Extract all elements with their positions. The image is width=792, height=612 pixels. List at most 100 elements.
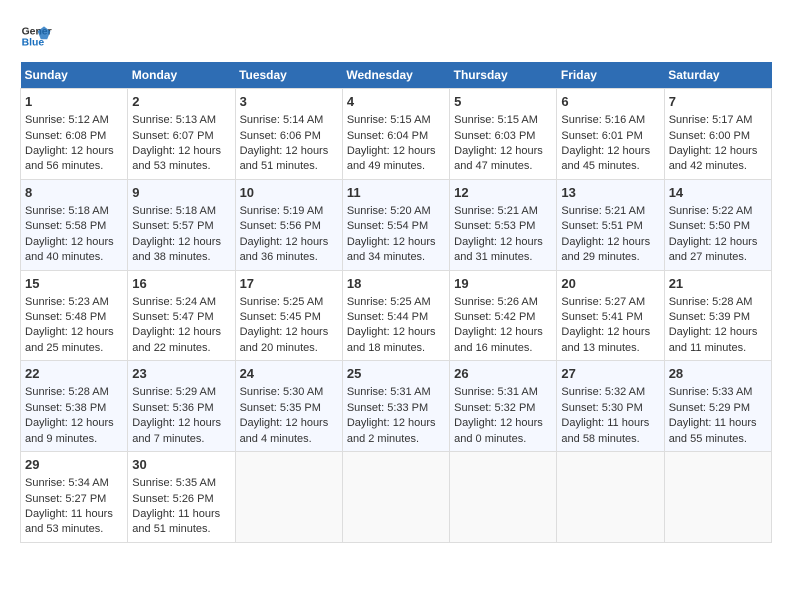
day-info: Sunrise: 5:15 AM Sunset: 6:03 PM Dayligh…: [454, 113, 552, 175]
day-info: Sunrise: 5:12 AM Sunset: 6:08 PM Dayligh…: [25, 113, 123, 175]
calendar-cell-day-4: 4 Sunrise: 5:15 AM Sunset: 6:04 PM Daylig…: [342, 89, 449, 180]
day-number: 30: [132, 456, 230, 474]
calendar-cell-day-15: 15 Sunrise: 5:23 AM Sunset: 5:48 PM Dayli…: [21, 270, 128, 361]
calendar-cell-day-20: 20 Sunrise: 5:27 AM Sunset: 5:41 PM Dayli…: [557, 270, 664, 361]
calendar-row-4: 22Sunrise: 5:28 AM Sunset: 5:38 PM Dayli…: [21, 361, 772, 452]
day-number: 10: [240, 184, 338, 202]
day-info: Sunrise: 5:32 AM Sunset: 5:30 PM Dayligh…: [561, 385, 659, 447]
day-info: Sunrise: 5:29 AM Sunset: 5:36 PM Dayligh…: [132, 385, 230, 447]
day-info: Sunrise: 5:17 AM Sunset: 6:00 PM Dayligh…: [669, 113, 767, 175]
day-number: 12: [454, 184, 552, 202]
day-number: 28: [669, 365, 767, 383]
weekday-header-tuesday: Tuesday: [235, 62, 342, 89]
calendar-cell-day-12: 12 Sunrise: 5:21 AM Sunset: 5:53 PM Dayli…: [450, 179, 557, 270]
calendar-cell-day-27: 27 Sunrise: 5:32 AM Sunset: 5:30 PM Dayli…: [557, 361, 664, 452]
logo-icon: General Blue: [20, 20, 52, 52]
day-number: 11: [347, 184, 445, 202]
day-number: 1: [25, 93, 123, 111]
calendar-row-1: 1 Sunrise: 5:12 AM Sunset: 6:08 PM Daylig…: [21, 89, 772, 180]
day-number: 5: [454, 93, 552, 111]
day-info: Sunrise: 5:16 AM Sunset: 6:01 PM Dayligh…: [561, 113, 659, 175]
day-number: 9: [132, 184, 230, 202]
empty-cell: [664, 452, 771, 543]
day-info: Sunrise: 5:14 AM Sunset: 6:06 PM Dayligh…: [240, 113, 338, 175]
calendar-cell-day-1: 1 Sunrise: 5:12 AM Sunset: 6:08 PM Daylig…: [21, 89, 128, 180]
calendar-row-3: 15 Sunrise: 5:23 AM Sunset: 5:48 PM Dayli…: [21, 270, 772, 361]
day-info: Sunrise: 5:35 AM Sunset: 5:26 PM Dayligh…: [132, 476, 230, 538]
day-number: 7: [669, 93, 767, 111]
day-info: Sunrise: 5:13 AM Sunset: 6:07 PM Dayligh…: [132, 113, 230, 175]
calendar-cell-day-9: 9 Sunrise: 5:18 AM Sunset: 5:57 PM Daylig…: [128, 179, 235, 270]
calendar-table: SundayMondayTuesdayWednesdayThursdayFrid…: [20, 62, 772, 543]
calendar-cell-day-21: 21 Sunrise: 5:28 AM Sunset: 5:39 PM Dayli…: [664, 270, 771, 361]
day-number: 29: [25, 456, 123, 474]
calendar-cell-day-14: 14 Sunrise: 5:22 AM Sunset: 5:50 PM Dayli…: [664, 179, 771, 270]
calendar-cell-day-17: 17 Sunrise: 5:25 AM Sunset: 5:45 PM Dayli…: [235, 270, 342, 361]
empty-cell: [342, 452, 449, 543]
day-number: 27: [561, 365, 659, 383]
weekday-header-monday: Monday: [128, 62, 235, 89]
day-info: Sunrise: 5:24 AM Sunset: 5:47 PM Dayligh…: [132, 295, 230, 357]
day-number: 17: [240, 275, 338, 293]
day-number: 15: [25, 275, 123, 293]
day-number: 19: [454, 275, 552, 293]
day-info: Sunrise: 5:18 AM Sunset: 5:57 PM Dayligh…: [132, 204, 230, 266]
calendar-cell-day-5: 5 Sunrise: 5:15 AM Sunset: 6:03 PM Daylig…: [450, 89, 557, 180]
day-info: Sunrise: 5:28 AM Sunset: 5:39 PM Dayligh…: [669, 295, 767, 357]
day-number: 4: [347, 93, 445, 111]
day-info: Sunrise: 5:25 AM Sunset: 5:44 PM Dayligh…: [347, 295, 445, 357]
day-info: Sunrise: 5:25 AM Sunset: 5:45 PM Dayligh…: [240, 295, 338, 357]
day-number: 24: [240, 365, 338, 383]
day-number: 13: [561, 184, 659, 202]
calendar-cell-day-23: 23 Sunrise: 5:29 AM Sunset: 5:36 PM Dayli…: [128, 361, 235, 452]
day-info: Sunrise: 5:33 AM Sunset: 5:29 PM Dayligh…: [669, 385, 767, 447]
day-info: Sunrise: 5:22 AM Sunset: 5:50 PM Dayligh…: [669, 204, 767, 266]
day-info: Sunrise: 5:15 AM Sunset: 6:04 PM Dayligh…: [347, 113, 445, 175]
calendar-cell-day-29: 29Sunrise: 5:34 AM Sunset: 5:27 PM Dayli…: [21, 452, 128, 543]
empty-cell: [450, 452, 557, 543]
day-info: Sunrise: 5:27 AM Sunset: 5:41 PM Dayligh…: [561, 295, 659, 357]
day-info: Sunrise: 5:18 AM Sunset: 5:58 PM Dayligh…: [25, 204, 123, 266]
calendar-cell-day-3: 3Sunrise: 5:14 AM Sunset: 6:06 PM Daylig…: [235, 89, 342, 180]
calendar-cell-day-16: 16 Sunrise: 5:24 AM Sunset: 5:47 PM Dayli…: [128, 270, 235, 361]
day-number: 23: [132, 365, 230, 383]
day-number: 21: [669, 275, 767, 293]
calendar-cell-day-19: 19 Sunrise: 5:26 AM Sunset: 5:42 PM Dayli…: [450, 270, 557, 361]
day-info: Sunrise: 5:20 AM Sunset: 5:54 PM Dayligh…: [347, 204, 445, 266]
calendar-cell-day-24: 24 Sunrise: 5:30 AM Sunset: 5:35 PM Dayli…: [235, 361, 342, 452]
calendar-cell-day-7: 7 Sunrise: 5:17 AM Sunset: 6:00 PM Daylig…: [664, 89, 771, 180]
day-info: Sunrise: 5:23 AM Sunset: 5:48 PM Dayligh…: [25, 295, 123, 357]
calendar-cell-day-25: 25 Sunrise: 5:31 AM Sunset: 5:33 PM Dayli…: [342, 361, 449, 452]
weekday-header-wednesday: Wednesday: [342, 62, 449, 89]
calendar-row-2: 8 Sunrise: 5:18 AM Sunset: 5:58 PM Daylig…: [21, 179, 772, 270]
calendar-cell-day-10: 10Sunrise: 5:19 AM Sunset: 5:56 PM Dayli…: [235, 179, 342, 270]
day-info: Sunrise: 5:26 AM Sunset: 5:42 PM Dayligh…: [454, 295, 552, 357]
day-number: 14: [669, 184, 767, 202]
calendar-cell-day-8: 8 Sunrise: 5:18 AM Sunset: 5:58 PM Daylig…: [21, 179, 128, 270]
calendar-cell-day-11: 11 Sunrise: 5:20 AM Sunset: 5:54 PM Dayli…: [342, 179, 449, 270]
day-number: 16: [132, 275, 230, 293]
calendar-cell-day-13: 13 Sunrise: 5:21 AM Sunset: 5:51 PM Dayli…: [557, 179, 664, 270]
day-info: Sunrise: 5:21 AM Sunset: 5:53 PM Dayligh…: [454, 204, 552, 266]
day-info: Sunrise: 5:31 AM Sunset: 5:32 PM Dayligh…: [454, 385, 552, 447]
weekday-header-sunday: Sunday: [21, 62, 128, 89]
day-number: 6: [561, 93, 659, 111]
day-number: 25: [347, 365, 445, 383]
calendar-cell-day-2: 2 Sunrise: 5:13 AM Sunset: 6:07 PM Daylig…: [128, 89, 235, 180]
empty-cell: [557, 452, 664, 543]
logo: General Blue: [20, 20, 52, 52]
calendar-cell-day-26: 26 Sunrise: 5:31 AM Sunset: 5:32 PM Dayli…: [450, 361, 557, 452]
day-number: 8: [25, 184, 123, 202]
day-number: 20: [561, 275, 659, 293]
day-info: Sunrise: 5:31 AM Sunset: 5:33 PM Dayligh…: [347, 385, 445, 447]
day-number: 26: [454, 365, 552, 383]
day-info: Sunrise: 5:21 AM Sunset: 5:51 PM Dayligh…: [561, 204, 659, 266]
page-header: General Blue: [20, 20, 772, 52]
weekday-header-saturday: Saturday: [664, 62, 771, 89]
calendar-row-5: 29Sunrise: 5:34 AM Sunset: 5:27 PM Dayli…: [21, 452, 772, 543]
calendar-cell-day-18: 18 Sunrise: 5:25 AM Sunset: 5:44 PM Dayli…: [342, 270, 449, 361]
day-number: 18: [347, 275, 445, 293]
day-number: 2: [132, 93, 230, 111]
day-info: Sunrise: 5:30 AM Sunset: 5:35 PM Dayligh…: [240, 385, 338, 447]
calendar-cell-day-22: 22Sunrise: 5:28 AM Sunset: 5:38 PM Dayli…: [21, 361, 128, 452]
